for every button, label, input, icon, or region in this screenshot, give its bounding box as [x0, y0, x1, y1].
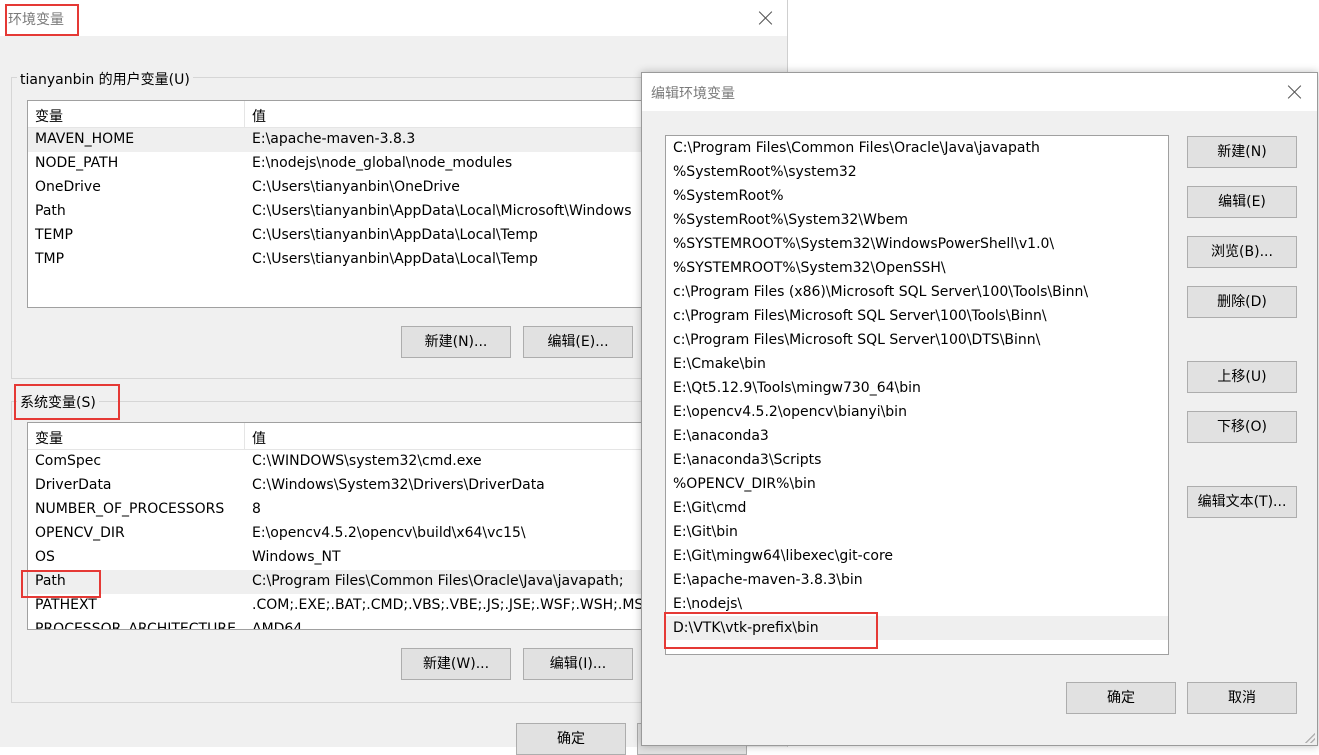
column-header-variable[interactable]: 变量	[35, 428, 63, 448]
table-row-path-selected[interactable]: Path C:\Program Files\Common Files\Oracle…	[28, 570, 668, 594]
list-item-selected[interactable]: D:\VTK\vtk-prefix\bin	[666, 616, 1168, 640]
user-vars-header: 变量 值	[28, 101, 668, 128]
var-value: C:\Users\tianyanbin\OneDrive	[252, 179, 460, 195]
user-vars-list[interactable]: 变量 值 MAVEN_HOME E:\apache-maven-3.8.3 NOD…	[27, 100, 669, 308]
var-value: C:\Windows\System32\Drivers\DriverData	[252, 477, 545, 493]
table-row[interactable]: OPENCV_DIR E:\opencv4.5.2\opencv\build\x6…	[28, 522, 668, 546]
list-item[interactable]: E:\Cmake\bin	[666, 352, 1168, 376]
system-vars-label: 系统变量(S)	[17, 392, 99, 412]
var-name: OneDrive	[35, 179, 101, 195]
system-edit-button[interactable]: 编辑(I)...	[523, 648, 633, 680]
list-item[interactable]: E:\Git\bin	[666, 520, 1168, 544]
var-value: Windows_NT	[252, 549, 341, 565]
var-name: MAVEN_HOME	[35, 131, 135, 147]
list-item[interactable]: E:\Git\cmd	[666, 496, 1168, 520]
var-name: OPENCV_DIR	[35, 525, 125, 541]
table-row[interactable]: OneDrive C:\Users\tianyanbin\OneDrive	[28, 176, 668, 200]
var-name: PROCESSOR_ARCHITECTURE	[35, 621, 236, 630]
var-name: TMP	[35, 251, 65, 267]
var-value: .COM;.EXE;.BAT;.CMD;.VBS;.VBE;.JS;.JSE;.…	[252, 597, 654, 613]
edit-close-icon[interactable]	[1287, 84, 1303, 100]
table-row[interactable]: ComSpec C:\WINDOWS\system32\cmd.exe	[28, 450, 668, 474]
list-item[interactable]: %SystemRoot%	[666, 184, 1168, 208]
list-item[interactable]: E:\anaconda3	[666, 424, 1168, 448]
edit-title-bar: 编辑环境变量	[642, 73, 1317, 111]
var-value: C:\Users\tianyanbin\AppData\Local\Temp	[252, 251, 538, 267]
list-item[interactable]: E:\Git\mingw64\libexec\git-core	[666, 544, 1168, 568]
var-name: PATHEXT	[35, 597, 97, 613]
env-close-icon[interactable]	[758, 10, 774, 26]
path-new-button[interactable]: 新建(N)	[1187, 136, 1297, 168]
var-value: C:\Program Files\Common Files\Oracle\Jav…	[252, 573, 624, 589]
path-list[interactable]: C:\Program Files\Common Files\Oracle\Jav…	[665, 135, 1169, 655]
table-row[interactable]: TMP C:\Users\tianyanbin\AppData\Local\Tem…	[28, 248, 668, 272]
edit-window-title: 编辑环境变量	[651, 86, 735, 102]
table-row[interactable]: DriverData C:\Windows\System32\Drivers\Dr…	[28, 474, 668, 498]
var-value: E:\opencv4.5.2\opencv\build\x64\vc15\	[252, 525, 526, 541]
resize-grip-icon[interactable]	[1305, 733, 1315, 743]
var-value: C:\WINDOWS\system32\cmd.exe	[252, 453, 482, 469]
list-item[interactable]: c:\Program Files\Microsoft SQL Server\10…	[666, 328, 1168, 352]
env-title-bar: 环境变量	[0, 0, 787, 36]
var-name: NUMBER_OF_PROCESSORS	[35, 501, 225, 517]
system-vars-list[interactable]: 变量 值 ComSpec C:\WINDOWS\system32\cmd.exe …	[27, 422, 669, 630]
table-row[interactable]: TEMP C:\Users\tianyanbin\AppData\Local\Te…	[28, 224, 668, 248]
var-value: 8	[252, 501, 261, 517]
user-new-button[interactable]: 新建(N)...	[401, 326, 511, 358]
env-window-title: 环境变量	[8, 12, 64, 28]
list-item[interactable]: %OPENCV_DIR%\bin	[666, 472, 1168, 496]
var-name: DriverData	[35, 477, 112, 493]
table-row[interactable]: OS Windows_NT	[28, 546, 668, 570]
column-header-value[interactable]: 值	[252, 428, 266, 448]
list-item[interactable]: E:\nodejs\	[666, 592, 1168, 616]
list-item[interactable]: C:\Program Files\Common Files\Oracle\Jav…	[666, 136, 1168, 160]
list-item[interactable]: E:\Qt5.12.9\Tools\mingw730_64\bin	[666, 376, 1168, 400]
var-value: E:\nodejs\node_global\node_modules	[252, 155, 513, 171]
path-browse-button[interactable]: 浏览(B)...	[1187, 236, 1297, 268]
edit-cancel-button[interactable]: 取消	[1187, 682, 1297, 714]
list-item[interactable]: %SystemRoot%\System32\Wbem	[666, 208, 1168, 232]
table-row[interactable]: NUMBER_OF_PROCESSORS 8	[28, 498, 668, 522]
path-edit-button[interactable]: 编辑(E)	[1187, 186, 1297, 218]
column-header-value[interactable]: 值	[252, 106, 266, 126]
list-item[interactable]: E:\apache-maven-3.8.3\bin	[666, 568, 1168, 592]
user-vars-label: tianyanbin 的用户变量(U)	[17, 69, 193, 89]
var-name: TEMP	[35, 227, 73, 243]
var-value: E:\apache-maven-3.8.3	[252, 131, 416, 147]
table-row[interactable]: PROCESSOR_ARCHITECTURE AMD64	[28, 618, 668, 630]
list-item[interactable]: c:\Program Files\Microsoft SQL Server\10…	[666, 304, 1168, 328]
table-row[interactable]: MAVEN_HOME E:\apache-maven-3.8.3	[28, 128, 668, 152]
var-name: NODE_PATH	[35, 155, 119, 171]
list-item[interactable]: %SYSTEMROOT%\System32\OpenSSH\	[666, 256, 1168, 280]
path-delete-button[interactable]: 删除(D)	[1187, 286, 1297, 318]
var-value: C:\Users\tianyanbin\AppData\Local\Micros…	[252, 203, 632, 219]
list-item[interactable]: %SYSTEMROOT%\System32\WindowsPowerShell\…	[666, 232, 1168, 256]
list-item[interactable]: %SystemRoot%\system32	[666, 160, 1168, 184]
path-move-down-button[interactable]: 下移(O)	[1187, 411, 1297, 443]
var-name: ComSpec	[35, 453, 102, 469]
path-edit-text-button[interactable]: 编辑文本(T)...	[1187, 486, 1297, 518]
env-ok-button[interactable]: 确定	[516, 723, 626, 755]
system-vars-header: 变量 值	[28, 423, 668, 450]
table-row[interactable]: PATHEXT .COM;.EXE;.BAT;.CMD;.VBS;.VBE;.JS…	[28, 594, 668, 618]
table-row[interactable]: Path C:\Users\tianyanbin\AppData\Local\Mi…	[28, 200, 668, 224]
edit-ok-button[interactable]: 确定	[1066, 682, 1176, 714]
column-header-variable[interactable]: 变量	[35, 106, 63, 126]
list-item[interactable]: c:\Program Files (x86)\Microsoft SQL Ser…	[666, 280, 1168, 304]
table-row[interactable]: NODE_PATH E:\nodejs\node_global\node_modu…	[28, 152, 668, 176]
edit-env-var-window: 编辑环境变量 C:\Program Files\Common Files\Ora…	[641, 72, 1318, 746]
list-item[interactable]: E:\opencv4.5.2\opencv\bianyi\bin	[666, 400, 1168, 424]
path-move-up-button[interactable]: 上移(U)	[1187, 361, 1297, 393]
var-name: Path	[35, 203, 66, 219]
var-name: OS	[35, 549, 55, 565]
var-value: C:\Users\tianyanbin\AppData\Local\Temp	[252, 227, 538, 243]
system-new-button[interactable]: 新建(W)...	[401, 648, 511, 680]
user-edit-button[interactable]: 编辑(E)...	[523, 326, 633, 358]
var-value: AMD64	[252, 621, 303, 630]
var-name: Path	[35, 573, 66, 589]
list-item[interactable]: E:\anaconda3\Scripts	[666, 448, 1168, 472]
